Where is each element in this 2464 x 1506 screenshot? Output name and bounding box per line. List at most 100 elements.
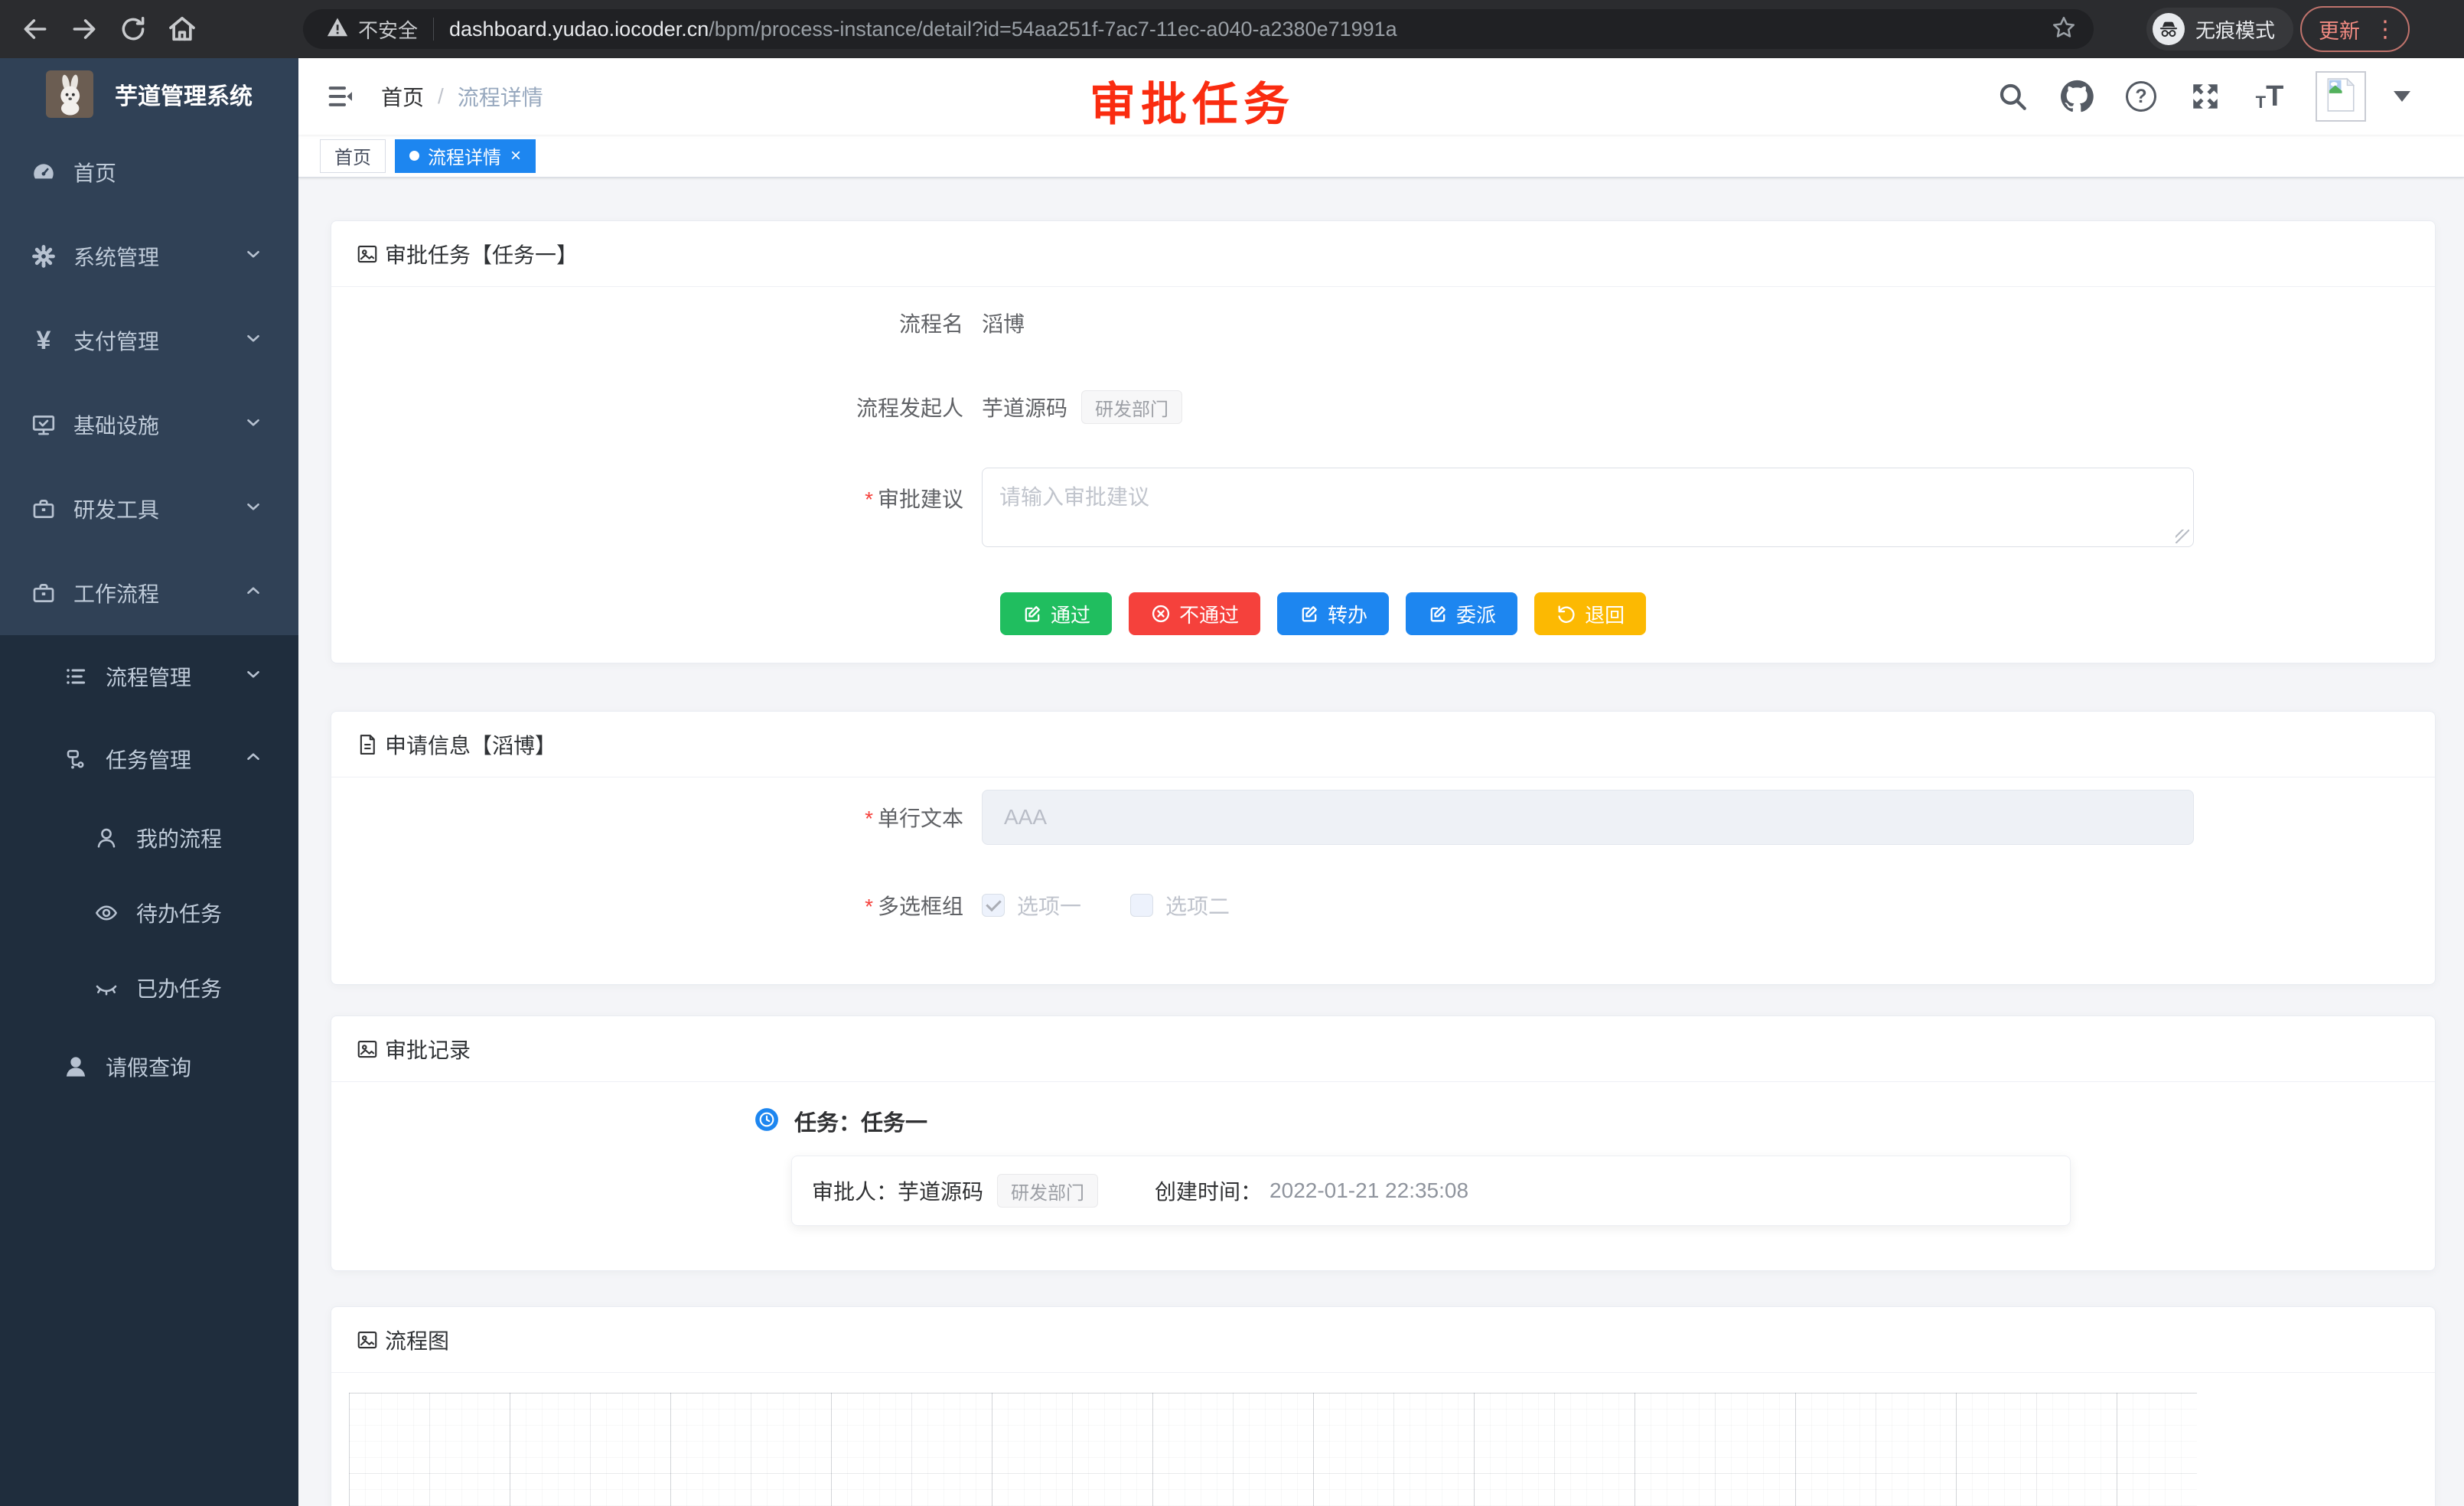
delegate-button[interactable]: 委派	[1406, 592, 1517, 635]
required-mark: *	[865, 807, 873, 830]
tab-home[interactable]: 首页	[320, 139, 386, 173]
user-solid-icon	[63, 1054, 89, 1080]
incognito-badge: 无痕模式	[2146, 8, 2293, 51]
url-bar[interactable]: 不安全 dashboard.yudao.iocoder.cn /bpm/proc…	[303, 9, 2094, 49]
sidebar-item-home[interactable]: 首页	[0, 130, 298, 214]
approver-name: 芋道源码	[898, 1175, 983, 1206]
checkbox-unchecked-icon	[1130, 894, 1153, 917]
tab-process-detail[interactable]: 流程详情 ×	[395, 139, 536, 173]
record-detail-box: 审批人： 芋道源码 研发部门 创建时间： 2022-01-21 22:35:08	[791, 1156, 2071, 1226]
required-mark: *	[865, 895, 873, 918]
single-line-text-input	[982, 790, 2194, 845]
sidebar-item-label: 工作流程	[73, 578, 159, 608]
card-body: *单行文本 *多选框组 选项一 选项二	[331, 777, 2435, 984]
breadcrumb-separator: /	[438, 84, 444, 109]
sidebar-item-label: 请假查询	[106, 1051, 191, 1082]
bookmark-star-icon[interactable]	[2051, 15, 2077, 44]
sidebar-item-process-management[interactable]: 流程管理	[0, 635, 298, 718]
picture-icon	[354, 1036, 380, 1062]
tab-close-icon[interactable]: ×	[510, 147, 521, 165]
chevron-down-icon	[243, 412, 263, 438]
suggestion-textarea[interactable]	[982, 468, 2194, 547]
forward-icon[interactable]	[60, 5, 109, 54]
breadcrumb-home[interactable]: 首页	[381, 81, 424, 112]
sidebar-item-done-tasks[interactable]: 已办任务	[0, 950, 298, 1025]
created-time: 2022-01-21 22:35:08	[1269, 1178, 1468, 1203]
sidebar-item-devtools[interactable]: 研发工具	[0, 467, 298, 551]
sidebar-item-label: 支付管理	[73, 325, 159, 356]
sidebar-item-label: 基础设施	[73, 409, 159, 440]
button-label: 通过	[1051, 600, 1090, 628]
browser-update-button[interactable]: 更新 ⋮	[2300, 6, 2410, 52]
card-title: 流程图	[385, 1325, 449, 1355]
tree-icon	[63, 746, 89, 772]
hamburger-icon[interactable]	[314, 70, 367, 123]
sidebar-item-todo-tasks[interactable]: 待办任务	[0, 875, 298, 950]
chevron-up-icon	[243, 581, 263, 606]
sidebar-item-infrastructure[interactable]: 基础设施	[0, 383, 298, 467]
chevron-down-icon	[243, 328, 263, 354]
sidebar-item-leave-query[interactable]: 请假查询	[0, 1025, 298, 1108]
transfer-button[interactable]: 转办	[1277, 592, 1389, 635]
process-diagram-card: 流程图	[331, 1306, 2436, 1506]
avatar-caret-icon[interactable]	[2394, 91, 2410, 102]
chevron-down-icon	[243, 497, 263, 522]
user-icon	[93, 825, 119, 851]
reject-button[interactable]: 不通过	[1129, 592, 1260, 635]
gear-icon	[31, 243, 57, 269]
button-label: 委派	[1456, 600, 1496, 628]
return-button[interactable]: 退回	[1534, 592, 1646, 635]
back-icon[interactable]	[11, 5, 60, 54]
browser-toolbar: 不安全 dashboard.yudao.iocoder.cn /bpm/proc…	[0, 0, 2464, 58]
fullscreen-icon[interactable]	[2187, 78, 2224, 115]
sidebar: 芋道管理系统 首页 系统管理 ¥ 支付管理	[0, 58, 298, 1506]
approval-buttons: 通过 不通过 转办 委派	[1000, 592, 2435, 635]
apply-info-card: 申请信息【滔博】 *单行文本 *多选框组 选项一	[331, 711, 2436, 985]
card-header: 申请信息【滔博】	[331, 712, 2435, 777]
app-header: 首页 / 流程详情 审批任务 ? TT	[298, 58, 2464, 135]
approver-label: 审批人：	[812, 1175, 898, 1206]
form-row-suggestion: *审批建议	[331, 468, 2435, 551]
button-label: 不通过	[1179, 600, 1239, 628]
github-icon[interactable]	[2058, 78, 2095, 115]
app-title: 芋道管理系统	[115, 77, 253, 111]
font-size-icon[interactable]: TT	[2251, 78, 2288, 115]
browser-menu-icon[interactable]: ⋮	[2374, 16, 2397, 43]
sidebar-item-label: 系统管理	[73, 241, 159, 272]
process-name-value: 滔博	[982, 308, 1025, 338]
sidebar-item-task-management[interactable]: 任务管理	[0, 718, 298, 800]
dept-tag: 研发部门	[997, 1174, 1098, 1208]
avatar[interactable]	[2316, 71, 2366, 122]
search-icon[interactable]	[1994, 78, 2031, 115]
required-mark: *	[865, 487, 873, 511]
initiator-value: 芋道源码 研发部门	[982, 390, 1182, 424]
home-icon[interactable]	[158, 5, 207, 54]
card-header: 流程图	[331, 1307, 2435, 1373]
checkbox-option-1: 选项一	[982, 890, 1081, 921]
card-body: 任务：任务一 审批人： 芋道源码 研发部门 创建时间： 2022-01-21 2…	[331, 1082, 2435, 1270]
sidebar-item-my-process[interactable]: 我的流程	[0, 800, 298, 875]
form-row-process-name: 流程名 滔博	[331, 305, 2435, 341]
card-title: 审批任务【任务一】	[385, 239, 578, 269]
card-title: 审批记录	[385, 1034, 471, 1064]
approve-button[interactable]: 通过	[1000, 592, 1112, 635]
chevron-up-icon	[243, 747, 263, 772]
sidebar-item-workflow[interactable]: 工作流程	[0, 551, 298, 635]
picture-icon	[354, 241, 380, 267]
briefcase-icon	[31, 496, 57, 522]
briefcase-icon	[31, 580, 57, 606]
eye-open-icon	[93, 900, 119, 926]
checkbox-group-label: *多选框组	[331, 890, 982, 921]
update-label[interactable]: 更新	[2319, 15, 2360, 44]
chevron-down-icon	[243, 664, 263, 689]
form-row-checkbox-group: *多选框组 选项一 选项二	[331, 888, 2435, 923]
help-icon[interactable]: ?	[2123, 78, 2159, 115]
sidebar-item-label: 已办任务	[136, 973, 222, 1003]
sidebar-item-payment[interactable]: ¥ 支付管理	[0, 298, 298, 383]
incognito-icon	[2153, 13, 2185, 45]
checkbox-option-2: 选项二	[1130, 890, 1230, 921]
process-name-label: 流程名	[331, 308, 982, 338]
sidebar-item-system[interactable]: 系统管理	[0, 214, 298, 298]
security-label[interactable]: 不安全	[358, 15, 418, 44]
reload-icon[interactable]	[109, 5, 158, 54]
